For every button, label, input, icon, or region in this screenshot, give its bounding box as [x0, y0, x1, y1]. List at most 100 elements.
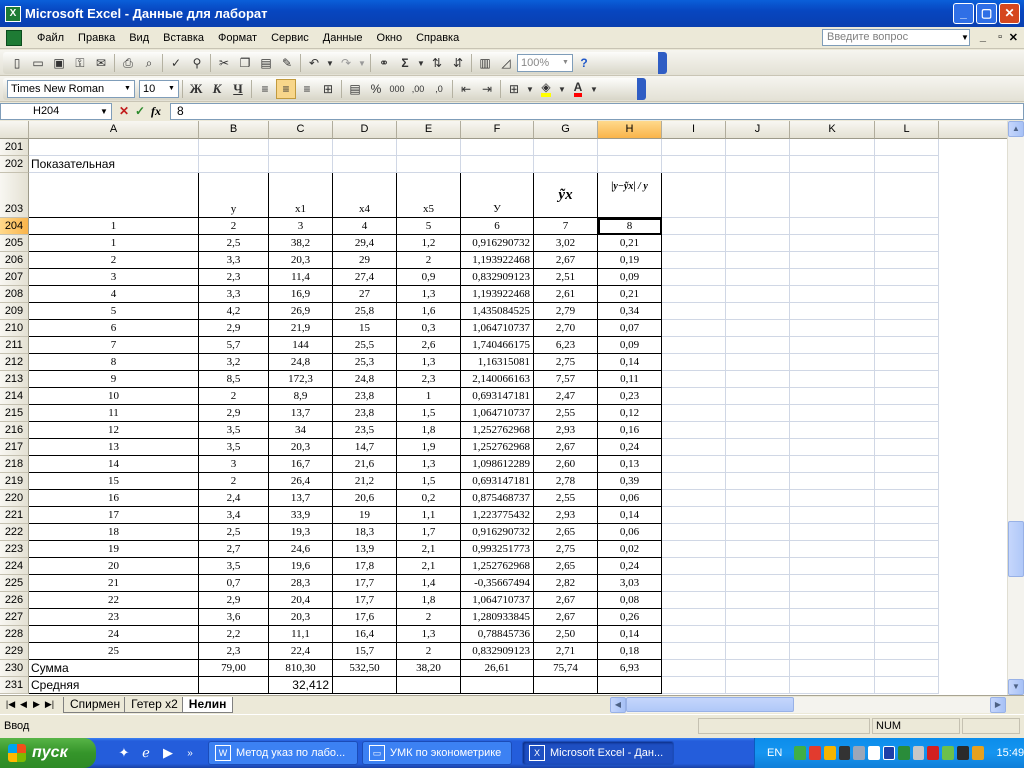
start-button[interactable]: пуск [0, 738, 96, 768]
media-player-icon[interactable]: ▶ [158, 743, 178, 763]
cancel-icon[interactable]: ✕ [116, 104, 132, 118]
row-header[interactable]: 215 [0, 405, 29, 422]
row-header[interactable]: 204 [0, 218, 29, 235]
cell-g209[interactable]: 2,79 [534, 303, 598, 320]
cell-g224[interactable]: 2,65 [534, 558, 598, 575]
cell-f216[interactable]: 1,252762968 [461, 422, 534, 439]
font-color-icon[interactable]: A [568, 79, 588, 99]
cell-j229[interactable] [726, 643, 790, 660]
cell-k213[interactable] [790, 371, 875, 388]
tray-icon[interactable] [912, 746, 925, 760]
column-header-j[interactable]: J [726, 121, 790, 139]
cell-i214[interactable] [662, 388, 726, 405]
cell-k221[interactable] [790, 507, 875, 524]
cell-g214[interactable]: 2,47 [534, 388, 598, 405]
cell-b206[interactable]: 3,3 [199, 252, 269, 269]
cell-a222[interactable]: 18 [29, 524, 199, 541]
cell-i228[interactable] [662, 626, 726, 643]
cell-l220[interactable] [875, 490, 939, 507]
row-header[interactable]: 206 [0, 252, 29, 269]
cell-d210[interactable]: 15 [333, 320, 397, 337]
cell-h208[interactable]: 0,21 [598, 286, 662, 303]
language-indicator[interactable]: EN [767, 747, 782, 759]
row-header[interactable]: 220 [0, 490, 29, 507]
tray-icon[interactable] [809, 746, 821, 760]
cell-c219[interactable]: 26,4 [269, 473, 333, 490]
cell-h231[interactable] [598, 677, 662, 694]
cell-l215[interactable] [875, 405, 939, 422]
row-header[interactable]: 222 [0, 524, 29, 541]
cell-i223[interactable] [662, 541, 726, 558]
cell-h214[interactable]: 0,23 [598, 388, 662, 405]
cell-a230[interactable]: Сумма [29, 660, 199, 677]
menu-data[interactable]: Данные [316, 32, 370, 44]
cell-g229[interactable]: 2,71 [534, 643, 598, 660]
cell-b230[interactable]: 79,00 [199, 660, 269, 677]
cell-l204[interactable] [875, 218, 939, 235]
taskbar-button[interactable]: ▭ УМК по эконометрике [362, 741, 512, 765]
cell-i229[interactable] [662, 643, 726, 660]
cell-c212[interactable]: 24,8 [269, 354, 333, 371]
cell-g221[interactable]: 2,93 [534, 507, 598, 524]
cell-b209[interactable]: 4,2 [199, 303, 269, 320]
cell-j227[interactable] [726, 609, 790, 626]
cell-h209[interactable]: 0,34 [598, 303, 662, 320]
cell-f209[interactable]: 1,435084525 [461, 303, 534, 320]
cell-l219[interactable] [875, 473, 939, 490]
scroll-down-icon[interactable]: ▼ [1008, 679, 1024, 695]
cell-j226[interactable] [726, 592, 790, 609]
cell-k209[interactable] [790, 303, 875, 320]
cell-j202[interactable] [726, 156, 790, 173]
cell-j201[interactable] [726, 139, 790, 156]
cell-e228[interactable]: 1,3 [397, 626, 461, 643]
tray-icon[interactable] [853, 746, 866, 760]
workbook-icon[interactable] [6, 29, 22, 46]
cell-b205[interactable]: 2,5 [199, 235, 269, 252]
cell-g202[interactable] [534, 156, 598, 173]
cell-g231[interactable] [534, 677, 598, 694]
sort-ascending-icon[interactable]: ⇅ [427, 53, 447, 73]
row-header[interactable]: 229 [0, 643, 29, 660]
row-header[interactable]: 203 [0, 173, 29, 218]
cell-e229[interactable]: 2 [397, 643, 461, 660]
cell-h215[interactable]: 0,12 [598, 405, 662, 422]
cell-d207[interactable]: 27,4 [333, 269, 397, 286]
cell-k204[interactable] [790, 218, 875, 235]
ask-dropdown-icon[interactable]: ▼ [960, 30, 970, 45]
cell-e224[interactable]: 2,1 [397, 558, 461, 575]
cell-j222[interactable] [726, 524, 790, 541]
toolbar-options-icon[interactable] [658, 52, 667, 74]
column-header-l[interactable]: L [875, 121, 939, 139]
row-header[interactable]: 223 [0, 541, 29, 558]
cell-e211[interactable]: 2,6 [397, 337, 461, 354]
cell-b223[interactable]: 2,7 [199, 541, 269, 558]
tray-icon[interactable] [957, 746, 969, 760]
quicklaunch-icon[interactable]: ✦ [114, 743, 134, 763]
cell-l211[interactable] [875, 337, 939, 354]
last-sheet-icon[interactable]: ▶| [43, 699, 56, 710]
cell-i206[interactable] [662, 252, 726, 269]
cell-g207[interactable]: 2,51 [534, 269, 598, 286]
cell-a218[interactable]: 14 [29, 456, 199, 473]
cell-a217[interactable]: 13 [29, 439, 199, 456]
row-header[interactable]: 209 [0, 303, 29, 320]
cell-f229[interactable]: 0,832909123 [461, 643, 534, 660]
vertical-scrollbar[interactable]: ▲ ▼ [1007, 121, 1024, 695]
cell-g203[interactable]: ỹx [534, 173, 598, 218]
align-right-icon[interactable]: ≡ [297, 79, 317, 99]
row-header[interactable]: 213 [0, 371, 29, 388]
cell-k226[interactable] [790, 592, 875, 609]
cell-i207[interactable] [662, 269, 726, 286]
menu-view[interactable]: Вид [122, 32, 156, 44]
cell-g217[interactable]: 2,67 [534, 439, 598, 456]
cell-l202[interactable] [875, 156, 939, 173]
cell-f220[interactable]: 0,875468737 [461, 490, 534, 507]
cell-h206[interactable]: 0,19 [598, 252, 662, 269]
cell-l216[interactable] [875, 422, 939, 439]
scroll-left-icon[interactable]: ◀ [610, 697, 626, 713]
cell-l229[interactable] [875, 643, 939, 660]
merge-center-icon[interactable]: ⊞ [318, 79, 338, 99]
cell-a219[interactable]: 15 [29, 473, 199, 490]
row-header[interactable]: 202 [0, 156, 29, 173]
cell-e217[interactable]: 1,9 [397, 439, 461, 456]
